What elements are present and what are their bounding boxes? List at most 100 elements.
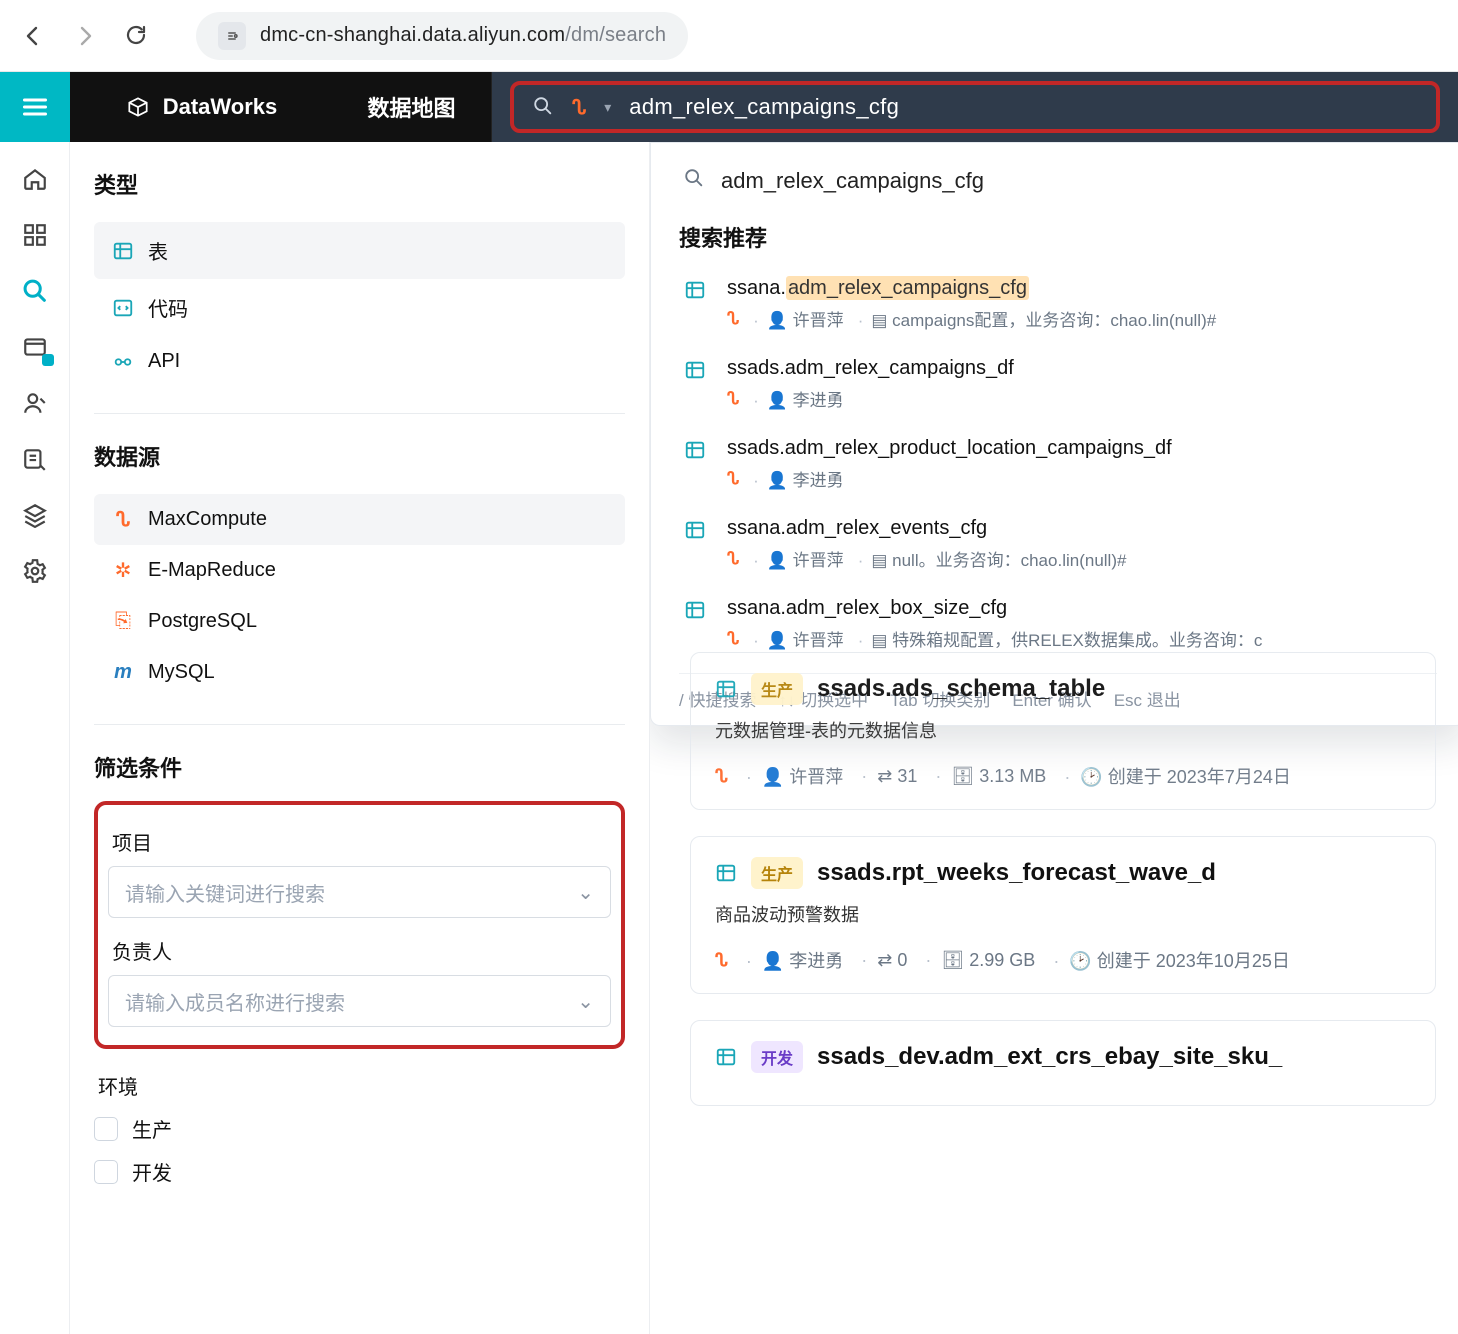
back-button[interactable] [20,23,46,49]
type-list: 表 代码 API [94,222,625,387]
chevron-down-icon: ⌄ [577,880,594,905]
dropdown-item-meta: ᔐ 👤 许晋萍 ▤ null。业务咨询：chao.lin(null)# [727,546,1437,571]
site-settings-icon[interactable] [218,22,246,50]
ds-item-emr[interactable]: ✲ E-MapReduce [94,545,625,596]
code-icon [112,297,134,319]
rail-layers[interactable] [20,500,50,530]
clock-icon: 🕑 [1080,767,1102,788]
datasource-filter-chevron-icon[interactable]: ▾ [604,99,611,116]
project-select[interactable]: 请输入关键词进行搜索 ⌄ [108,866,611,918]
user-icon: 👤 [762,767,784,788]
dropdown-item[interactable]: ssads.adm_relex_campaigns_df ᔐ 👤 李进勇 [679,347,1437,427]
maxcompute-icon: ᔐ [727,549,739,569]
owner-select[interactable]: 请输入成员名称进行搜索 ⌄ [108,975,611,1027]
dropdown-item[interactable]: ssana.adm_relex_campaigns_cfg ᔐ 👤 许晋萍 ▤ … [679,267,1437,347]
dropdown-item-meta: ᔐ 👤 许晋萍 ▤ campaigns配置，业务咨询：chao.lin(null… [727,306,1437,331]
doc-icon: ▤ [871,631,887,651]
rail-list[interactable] [20,444,50,474]
chevron-down-icon: ⌄ [577,989,594,1014]
clock-icon: 🕑 [1069,951,1091,972]
type-item-api[interactable]: API [94,336,625,387]
result-card[interactable]: 生产 ssads.ads_schema_table 元数据管理-表的元数据信息 … [690,652,1436,810]
dropdown-echo-text: adm_relex_campaigns_cfg [721,168,984,194]
result-meta: ᔐ 👤 李进勇 ⇄ 0 🗄 2.99 GB 🕑 创建于 2023年10月25日 [715,947,1411,973]
owner-placeholder: 请输入成员名称进行搜索 [125,987,345,1016]
dropdown-item-meta: ᔐ 👤 李进勇 [727,386,1437,411]
ds-item-maxcompute[interactable]: ᔐ MaxCompute [94,494,625,545]
search-box[interactable]: ᔐ ▾ [510,81,1440,133]
ds-item-postgres[interactable]: ⎘ PostgreSQL [94,596,625,647]
search-icon [532,95,554,120]
result-title-text: ssads.rpt_weeks_forecast_wave_d [817,859,1216,887]
reload-button[interactable] [124,23,150,49]
storage-icon: 🗄 [951,766,974,787]
swap-icon: ⇄ [877,950,892,971]
rail-search[interactable] [20,276,50,306]
result-title-text: ssads.ads_schema_table [817,675,1105,703]
url-bar[interactable]: dmc-cn-shanghai.data.aliyun.com/dm/searc… [196,12,688,60]
search-dropdown: adm_relex_campaigns_cfg 搜索推荐 ssana.adm_r… [650,142,1458,726]
table-icon [684,599,706,621]
type-label: API [148,350,180,373]
env-badge: 开发 [751,1041,803,1073]
ds-label: MaxCompute [148,508,267,531]
env-option-dev[interactable]: 开发 [94,1157,625,1186]
result-card[interactable]: 开发 ssads_dev.adm_ext_crs_ebay_site_sku_ [690,1020,1436,1106]
filter-section-title: 筛选条件 [94,751,625,783]
rail-settings[interactable] [20,556,50,586]
menu-button[interactable] [0,72,70,142]
search-icon [683,167,705,195]
user-icon: 👤 [767,631,788,651]
datasource-filter-icon[interactable]: ᔐ [572,95,586,120]
checkbox[interactable] [94,1117,118,1141]
table-icon [112,240,134,262]
env-badge: 生产 [751,673,803,705]
rail-grid[interactable] [20,220,50,250]
dropdown-section-title: 搜索推荐 [679,221,1437,253]
dropdown-item[interactable]: ssana.adm_relex_events_cfg ᔐ 👤 许晋萍 ▤ nul… [679,507,1437,587]
doc-icon: ▤ [871,551,887,571]
result-card[interactable]: 生产 ssads.rpt_weeks_forecast_wave_d 商品波动预… [690,836,1436,994]
rail-user[interactable] [20,388,50,418]
type-item-code[interactable]: 代码 [94,279,625,336]
table-icon [684,359,706,381]
postgres-icon: ⎘ [112,611,134,633]
brand[interactable]: DataWorks [70,72,332,142]
search-input[interactable] [629,94,1418,120]
ds-item-mysql[interactable]: m MySQL [94,647,625,698]
type-label: 表 [148,236,168,265]
rail-card[interactable] [20,332,50,362]
table-icon [715,1046,737,1068]
dropdown-echo-row[interactable]: adm_relex_campaigns_cfg [679,161,1437,213]
doc-icon: ▤ [871,311,887,331]
datasource-section-title: 数据源 [94,440,625,472]
env-option-label: 生产 [132,1114,172,1143]
forward-button[interactable] [72,23,98,49]
dropdown-item-title: ssads.adm_relex_product_location_campaig… [727,437,1437,460]
user-icon: 👤 [767,471,788,491]
dropdown-item-title: ssana.adm_relex_campaigns_cfg [727,277,1437,300]
type-label: 代码 [148,293,188,322]
type-item-table[interactable]: 表 [94,222,625,279]
env-label: 环境 [98,1071,621,1100]
rail-card-badge [42,354,54,366]
type-section-title: 类型 [94,168,625,200]
browser-bar: dmc-cn-shanghai.data.aliyun.com/dm/searc… [0,0,1458,72]
checkbox[interactable] [94,1160,118,1184]
swap-icon: ⇄ [877,766,892,787]
sidebar: 类型 表 代码 API 数据源 ᔐ MaxCompute ✲ [70,142,650,1334]
table-icon [715,678,737,700]
nav-tab-datamap[interactable]: 数据地图 [332,72,492,142]
env-badge: 生产 [751,857,803,889]
dropdown-item-meta: ᔐ 👤 李进勇 [727,466,1437,491]
dropdown-item[interactable]: ssads.adm_relex_product_location_campaig… [679,427,1437,507]
user-icon: 👤 [767,311,788,331]
user-icon: 👤 [767,391,788,411]
api-icon [112,351,134,373]
app-bar: DataWorks 数据地图 ᔐ ▾ [0,72,1458,142]
rail-home[interactable] [20,164,50,194]
maxcompute-icon: ᔐ [715,950,728,971]
env-option-prod[interactable]: 生产 [94,1114,625,1143]
search-wrap: ᔐ ▾ [492,72,1458,142]
url-text: dmc-cn-shanghai.data.aliyun.com/dm/searc… [260,24,666,47]
